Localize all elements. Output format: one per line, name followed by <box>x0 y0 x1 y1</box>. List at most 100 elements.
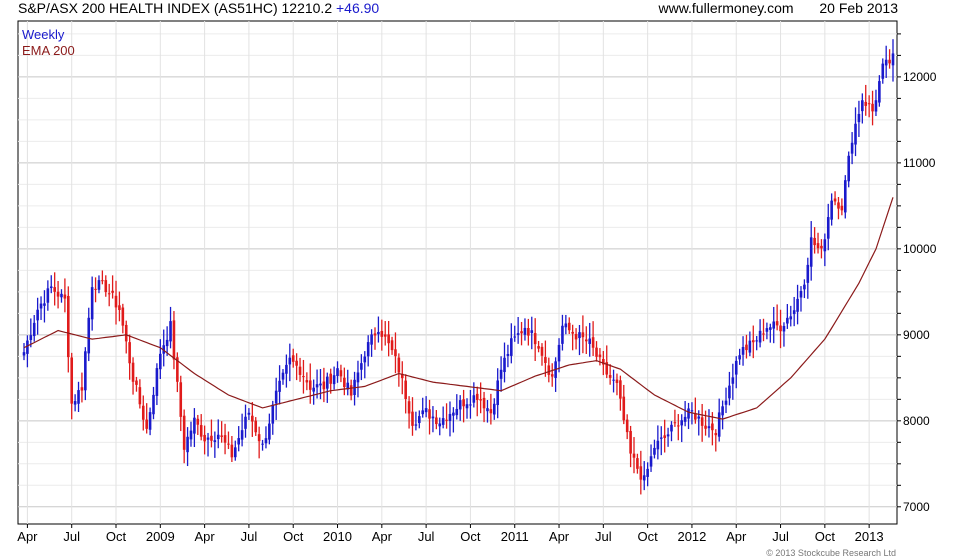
candle-body <box>608 375 612 378</box>
candle-body <box>445 419 448 421</box>
candle-body <box>690 410 694 412</box>
candle-body <box>550 374 554 377</box>
candle-body <box>319 383 322 386</box>
x-tick-label: Jul <box>418 529 435 544</box>
candle-body <box>230 444 234 458</box>
candle-body <box>210 435 213 441</box>
y-tick-label: 12000 <box>903 70 937 84</box>
candle-body <box>833 198 837 202</box>
candle-body <box>615 379 619 383</box>
candle-body <box>315 384 319 388</box>
candle-body <box>455 408 459 416</box>
x-tick-label: Apr <box>549 529 570 544</box>
legend-weekly: Weekly <box>22 27 65 42</box>
candle-body <box>683 416 687 422</box>
candle-body <box>411 411 414 426</box>
candle-body <box>90 287 94 320</box>
candle-body <box>135 380 138 385</box>
candle-body <box>472 395 476 403</box>
candle-body <box>564 323 568 328</box>
candle-body <box>619 380 622 399</box>
x-tick-label: 2009 <box>146 529 175 544</box>
candle-body <box>84 351 87 391</box>
candle-body <box>435 417 438 425</box>
candle-body <box>769 327 772 330</box>
candle-body <box>97 280 101 290</box>
candle-body <box>796 298 799 312</box>
candle-body <box>680 420 684 426</box>
candle-body <box>677 425 680 427</box>
candle-body <box>745 344 748 351</box>
candle-body <box>271 404 275 424</box>
candle-body <box>492 403 496 415</box>
candle-body <box>724 400 728 405</box>
candle-body <box>121 307 125 326</box>
candle-body <box>479 399 482 401</box>
candle-body <box>673 422 677 424</box>
candle-body <box>659 437 663 439</box>
candle-body <box>765 328 769 332</box>
copyright: © 2013 Stockcube Research Ltd <box>766 548 896 558</box>
candle-body <box>874 100 878 112</box>
candle-body <box>124 324 128 342</box>
candle-body <box>823 239 827 252</box>
candle-body <box>22 352 26 356</box>
candle-body <box>206 437 210 440</box>
candle-body <box>544 357 547 363</box>
candle-body <box>496 380 499 406</box>
candle-body <box>697 416 701 419</box>
candle-body <box>349 385 353 396</box>
candle-body <box>441 418 445 425</box>
candle-body <box>87 317 91 354</box>
candle-body <box>625 419 629 433</box>
x-tick-label: Jul <box>595 529 612 544</box>
candle-body <box>169 321 172 342</box>
candle-body <box>390 340 394 351</box>
candle-body <box>377 331 380 335</box>
candle-body <box>816 243 820 249</box>
candle-body <box>567 322 571 331</box>
candle-body <box>762 333 765 335</box>
candle-body <box>424 408 428 413</box>
candle-body <box>775 321 779 326</box>
candle-body <box>428 409 431 419</box>
candle-body <box>257 434 261 442</box>
candle-body <box>523 327 527 335</box>
candle-body <box>240 430 244 440</box>
candle-body <box>881 63 885 79</box>
candle-body <box>179 382 183 417</box>
candle-body <box>809 237 813 267</box>
candle-body <box>704 425 707 429</box>
x-tick-label: 2012 <box>677 529 706 544</box>
candle-body <box>711 423 714 431</box>
candle-body <box>861 100 864 112</box>
candle-body <box>397 357 401 373</box>
candle-body <box>670 424 673 432</box>
candle-body <box>356 372 360 383</box>
candle-body <box>533 333 537 345</box>
candle-body <box>728 385 731 399</box>
candle-body <box>584 339 588 342</box>
candle-body <box>56 291 60 297</box>
candle-body <box>622 396 626 421</box>
candle-body <box>830 200 833 220</box>
candle-body <box>298 366 302 375</box>
x-tick-label: 2011 <box>501 529 529 544</box>
candle-body <box>182 415 186 450</box>
candle-body <box>731 377 735 384</box>
candle-body <box>656 440 660 450</box>
candle-body <box>820 245 823 249</box>
candle-body <box>642 475 646 481</box>
x-tick-label: Apr <box>372 529 393 544</box>
candle-body <box>233 447 237 458</box>
x-tick-label: Oct <box>460 529 481 544</box>
candle-body <box>220 435 223 437</box>
candle-body <box>291 355 295 362</box>
candle-body <box>213 440 217 442</box>
candle-body <box>70 357 74 404</box>
candle-body <box>431 416 435 419</box>
candle-body <box>244 416 247 429</box>
candle-body <box>373 333 377 336</box>
candle-body <box>843 180 847 213</box>
candle-body <box>308 380 312 390</box>
